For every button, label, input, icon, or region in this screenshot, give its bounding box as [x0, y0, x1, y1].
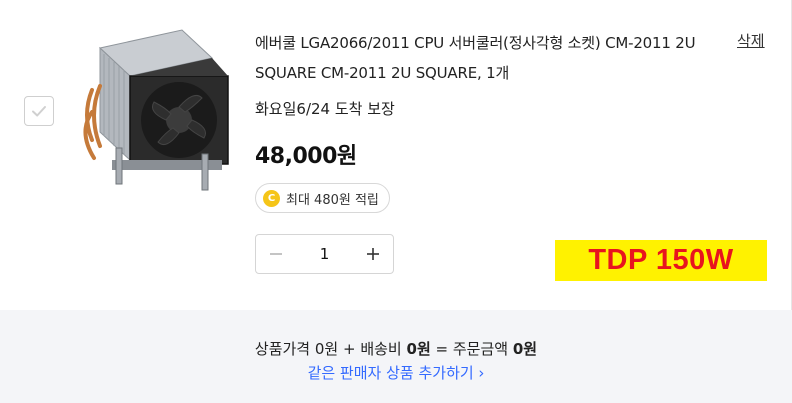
cpu-cooler-icon [83, 29, 229, 191]
check-icon [32, 106, 46, 117]
shipping-label: 배송비 [360, 340, 402, 358]
cart-item-card: 에버쿨 LGA2066/2011 CPU 서버쿨러(정사각형 소켓) CM-20… [0, 0, 792, 310]
plus-icon [367, 248, 379, 260]
reward-badge: C 최대 480원 적립 [255, 183, 390, 213]
shipping-value: 0원 [406, 340, 431, 358]
product-price-label: 상품가격 [254, 340, 311, 358]
quantity-value[interactable]: 1 [296, 245, 353, 263]
increase-button[interactable] [353, 235, 393, 273]
product-price-value: 0원 [314, 340, 339, 358]
tdp-overlay-label: TDP 150W [555, 240, 767, 281]
quantity-stepper: 1 [255, 234, 394, 274]
minus-icon [270, 253, 282, 255]
order-summary: 상품가격 0원 + 배송비 0원 = 주문금액 0원 같은 판매자 상품 추가하… [0, 310, 792, 403]
product-title[interactable]: 에버쿨 LGA2066/2011 CPU 서버쿨러(정사각형 소켓) CM-20… [255, 28, 710, 88]
summary-total-line: 상품가격 0원 + 배송비 0원 = 주문금액 0원 [254, 340, 538, 358]
add-seller-products-link[interactable]: 같은 판매자 상품 추가하기 › [0, 362, 792, 383]
order-total-label: 주문금액 [452, 340, 509, 358]
item-checkbox[interactable] [24, 96, 54, 126]
reward-text: 최대 480원 적립 [286, 192, 379, 208]
coin-icon: C [263, 189, 280, 207]
order-total-value: 0원 [512, 340, 538, 358]
product-image[interactable] [70, 20, 240, 195]
decrease-button[interactable] [256, 235, 296, 273]
product-price: 48,000원 [255, 144, 357, 169]
delete-button[interactable]: 삭제 [737, 30, 765, 51]
delivery-guarantee: 화요일6/24 도착 보장 [255, 100, 395, 118]
